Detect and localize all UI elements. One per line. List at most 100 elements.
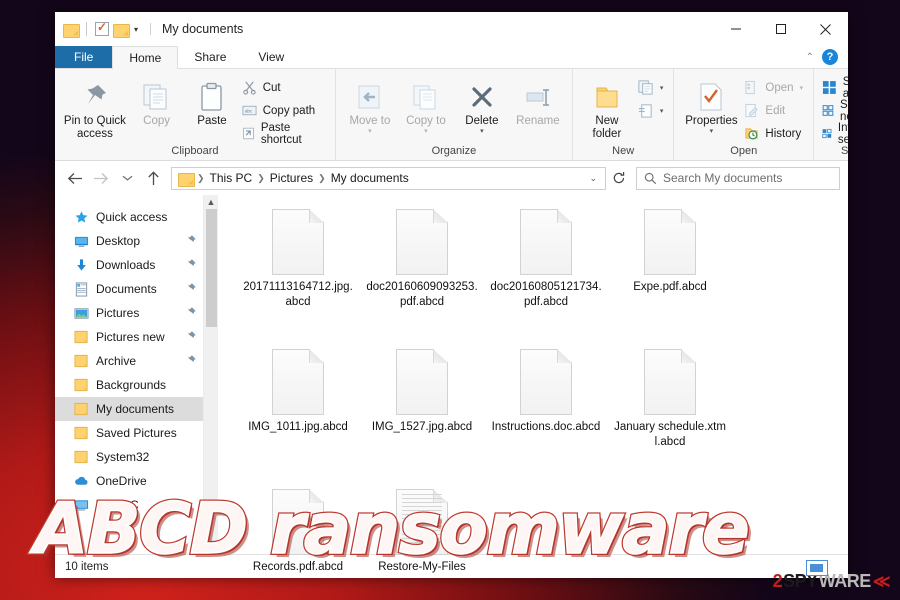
copy-button[interactable]: Copy xyxy=(129,74,184,128)
list-item[interactable]: Expe.pdf.abcd xyxy=(608,205,732,345)
tab-home[interactable]: Home xyxy=(112,46,179,69)
tab-strip-right: ⌃ ? xyxy=(806,46,848,68)
chevron-down-icon[interactable]: ▾ xyxy=(424,128,428,136)
svg-text:abc: abc xyxy=(245,108,253,113)
sidebar-item-onedrive[interactable]: OneDrive xyxy=(55,469,203,493)
pin-icon[interactable] xyxy=(185,234,197,249)
sidebar-item-desktop[interactable]: Desktop xyxy=(55,229,203,253)
select-none-button[interactable]: Select none xyxy=(820,99,848,123)
back-button[interactable] xyxy=(63,166,87,190)
paste-shortcut-label: Paste shortcut xyxy=(260,121,302,146)
forward-button[interactable] xyxy=(89,166,113,190)
paste-button[interactable]: Paste xyxy=(184,74,239,128)
search-input[interactable]: Search My documents xyxy=(636,166,840,190)
address-bar[interactable]: ❯ This PC ❯ Pictures ❯ My documents ⌄ xyxy=(171,166,606,190)
ribbon-group-open: Properties ▾ Open ▾ Edit History Open xyxy=(674,69,815,160)
copy-to-label: Copy to xyxy=(406,115,446,127)
pin-icon[interactable] xyxy=(185,282,197,297)
chevron-down-icon[interactable]: ⌄ xyxy=(589,173,601,184)
list-item[interactable]: IMG_1011.jpg.abcd xyxy=(236,345,360,485)
chevron-down-icon[interactable]: ▾ xyxy=(132,25,140,34)
chevron-down-icon[interactable]: ▾ xyxy=(660,84,664,92)
sidebar-item-archive[interactable]: Archive xyxy=(55,349,203,373)
pin-icon[interactable] xyxy=(185,330,197,345)
navigation-pane-scrollbar[interactable]: ▲ xyxy=(203,195,218,554)
breadcrumb-separator: ❯ xyxy=(257,172,265,183)
file-name: IMG_1011.jpg.abcd xyxy=(248,421,348,433)
list-item[interactable]: doc20160609093253.pdf.abcd xyxy=(360,205,484,345)
list-item[interactable]: 20171113164712.jpg.abcd xyxy=(236,205,360,345)
tab-file[interactable]: File xyxy=(55,46,113,68)
edit-button[interactable]: Edit xyxy=(742,100,807,121)
breadcrumb-my-documents[interactable]: My documents xyxy=(327,171,413,185)
chevron-down-icon[interactable]: ▾ xyxy=(480,128,484,136)
select-all-button[interactable]: Select all xyxy=(820,76,848,100)
sidebar-item-my-documents[interactable]: My documents xyxy=(55,397,203,421)
history-label: History xyxy=(765,127,802,140)
recent-locations-button[interactable] xyxy=(115,166,139,190)
delete-button[interactable]: Delete ▾ xyxy=(454,74,510,136)
paste-shortcut-button[interactable]: Paste shortcut xyxy=(240,121,329,146)
maximize-button[interactable] xyxy=(758,12,803,46)
file-list[interactable]: 20171113164712.jpg.abcd doc2016060909325… xyxy=(218,195,848,573)
pin-icon[interactable] xyxy=(185,354,197,369)
history-button[interactable]: History xyxy=(742,123,807,144)
new-folder-icon[interactable] xyxy=(113,23,130,38)
rename-button[interactable]: Rename xyxy=(510,74,566,128)
properties-icon[interactable] xyxy=(95,20,109,36)
properties-label: Properties xyxy=(685,115,738,127)
tab-share[interactable]: Share xyxy=(178,46,243,68)
title-bar: ▾ My documents xyxy=(55,12,848,46)
sidebar-item-downloads[interactable]: Downloads xyxy=(55,253,203,277)
pin-icon[interactable] xyxy=(185,306,197,321)
sidebar-item-quick-access[interactable]: Quick access xyxy=(55,205,203,229)
chevron-down-icon[interactable]: ▾ xyxy=(660,107,664,115)
ribbon-tabs: File Home Share View ⌃ ? xyxy=(55,46,848,69)
tab-view[interactable]: View xyxy=(242,46,301,68)
navigation-pane: Quick access Desktop Downloads Documents… xyxy=(55,195,203,554)
sidebar-label: Quick access xyxy=(96,210,168,224)
list-item[interactable]: Instructions.doc.abcd xyxy=(484,345,608,485)
scroll-up-arrow-icon[interactable]: ▲ xyxy=(207,195,216,207)
refresh-button[interactable] xyxy=(608,167,630,190)
chevron-down-icon[interactable]: ▾ xyxy=(800,84,804,92)
sidebar-item-documents[interactable]: Documents xyxy=(55,277,203,301)
invert-selection-button[interactable]: Invert selection xyxy=(820,122,848,146)
file-name: Restore-My-Files xyxy=(378,561,466,573)
breadcrumb-this-pc[interactable]: This PC xyxy=(206,171,257,185)
list-item[interactable]: IMG_1527.jpg.abcd xyxy=(360,345,484,485)
help-icon[interactable]: ? xyxy=(822,49,838,65)
new-item-button[interactable]: ▾ xyxy=(635,77,668,98)
list-item[interactable]: doc20160805121734.pdf.abcd xyxy=(484,205,608,345)
easy-access-button[interactable]: ▾ xyxy=(635,100,668,121)
copy-path-button[interactable]: abc Copy path xyxy=(240,100,329,121)
pin-icon[interactable] xyxy=(185,258,197,273)
blank-file-icon xyxy=(396,209,448,275)
open-button[interactable]: Open ▾ xyxy=(742,77,807,98)
sidebar-item-system32[interactable]: System32 xyxy=(55,445,203,469)
sidebar-item-pictures[interactable]: Pictures xyxy=(55,301,203,325)
sidebar-item-this-pc[interactable]: This PC xyxy=(55,493,203,517)
chevron-down-icon[interactable]: ▾ xyxy=(710,128,714,136)
properties-button[interactable]: Properties ▾ xyxy=(680,74,742,136)
folder-icon[interactable] xyxy=(63,23,80,38)
new-folder-button[interactable]: New folder xyxy=(579,74,635,141)
breadcrumb-pictures[interactable]: Pictures xyxy=(266,171,317,185)
copy-to-button[interactable]: Copy to ▾ xyxy=(398,74,454,136)
sidebar-item-backgrounds[interactable]: Backgrounds xyxy=(55,373,203,397)
scrollbar-thumb[interactable] xyxy=(205,209,217,327)
up-button[interactable] xyxy=(141,166,165,190)
chevron-down-icon[interactable]: ▾ xyxy=(368,128,372,136)
pin-to-quick-access-button[interactable]: Pin to Quick access xyxy=(61,74,129,141)
cut-button[interactable]: Cut xyxy=(240,77,329,98)
sidebar-item-pictures-new[interactable]: Pictures new xyxy=(55,325,203,349)
list-item[interactable]: January schedule.xtml.abcd xyxy=(608,345,732,485)
close-button[interactable] xyxy=(803,12,848,46)
onedrive-icon xyxy=(73,473,89,489)
minimize-button[interactable] xyxy=(713,12,758,46)
move-to-button[interactable]: Move to ▾ xyxy=(342,74,398,136)
sidebar-item-saved-pictures[interactable]: Saved Pictures xyxy=(55,421,203,445)
chevron-up-icon[interactable]: ⌃ xyxy=(806,52,814,63)
list-item[interactable]: Records.pdf.abcd xyxy=(236,485,360,578)
list-item[interactable]: Restore-My-Files xyxy=(360,485,484,578)
